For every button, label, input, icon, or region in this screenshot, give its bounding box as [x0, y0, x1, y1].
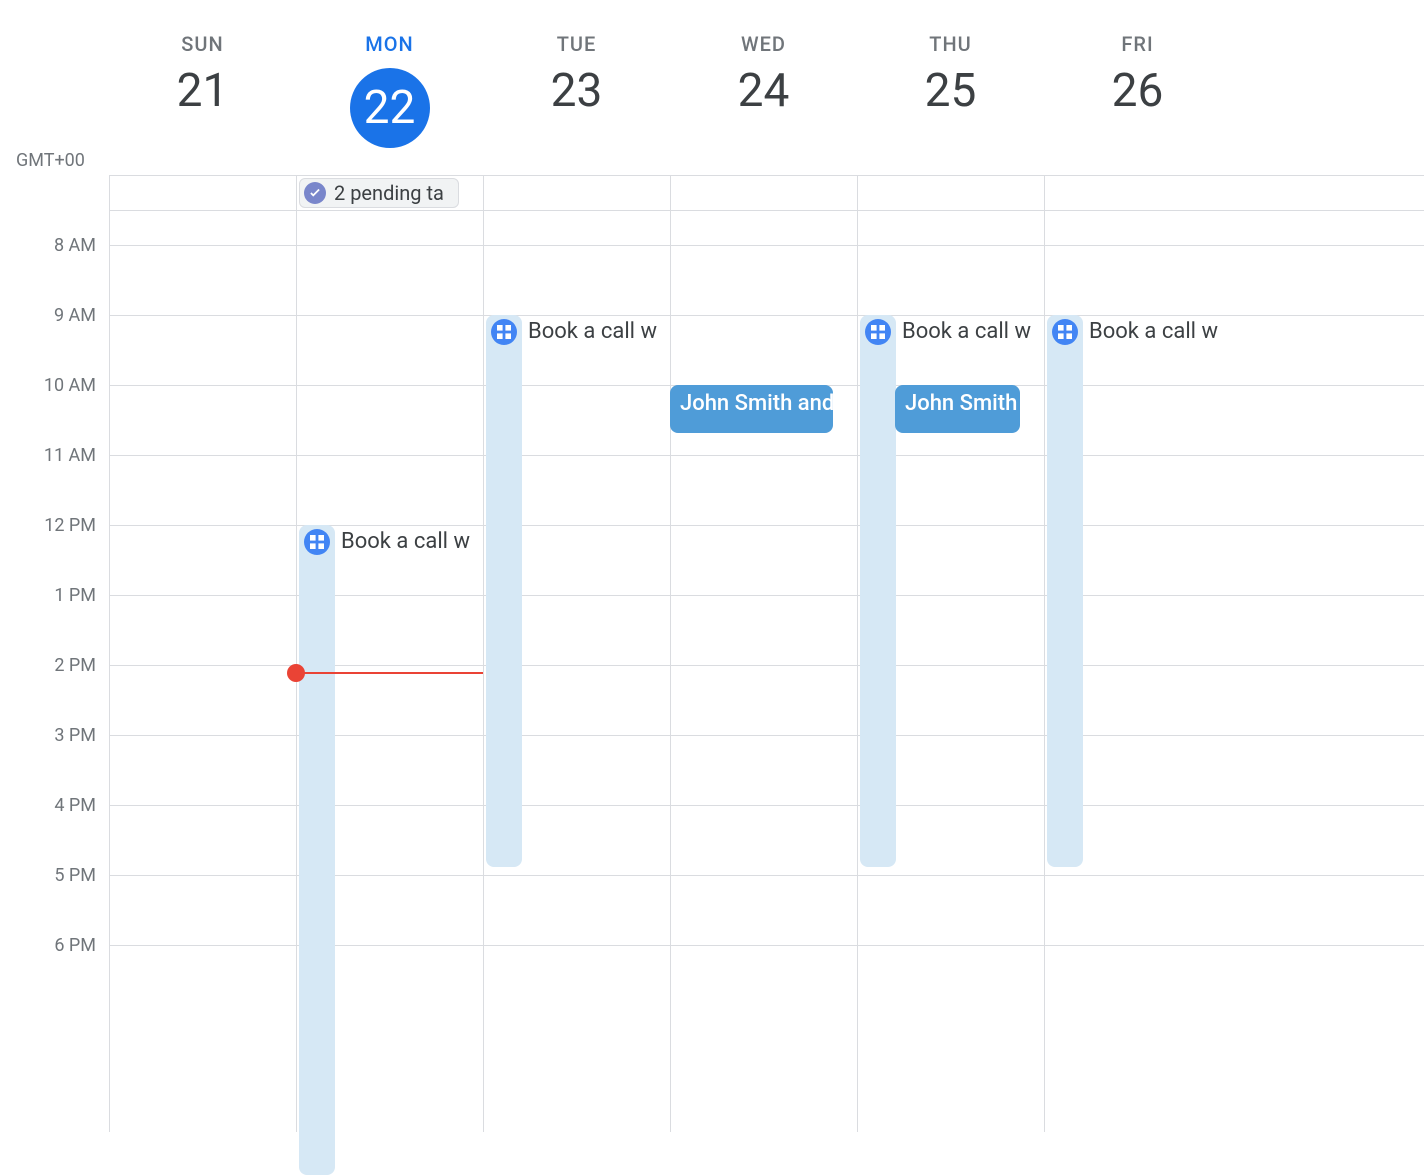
appointment-grid-icon [1052, 319, 1078, 345]
appointment-slot-tue[interactable]: Book a call w [486, 315, 522, 867]
hour-label: 8 AM [0, 235, 96, 256]
day-header-wed[interactable]: WED 24 [670, 0, 857, 114]
day-header-sun[interactable]: SUN 21 [109, 0, 296, 114]
hour-label: 10 AM [0, 375, 96, 396]
appointment-slot-fri[interactable]: Book a call w [1047, 315, 1083, 867]
slot-label: Book a call w [528, 319, 657, 344]
slot-label: Book a call w [902, 319, 1031, 344]
day-label: MON [296, 32, 483, 56]
day-number[interactable]: 21 [177, 68, 229, 114]
timezone-label: GMT+00 [16, 150, 85, 171]
slot-label: Book a call w [1089, 319, 1218, 344]
day-label: FRI [1044, 32, 1231, 56]
day-number[interactable]: 24 [738, 68, 790, 114]
event-wed-john-smith[interactable]: John Smith and [670, 385, 833, 433]
day-number[interactable]: 23 [551, 68, 603, 114]
event-title: John Smith a [905, 391, 1020, 416]
hour-label: 6 PM [0, 935, 96, 956]
event-title: John Smith and [680, 391, 833, 416]
slot-label: Book a call w [341, 529, 470, 554]
calendar-week-view: SUN 21 MON 22 TUE 23 WED 24 THU 25 FRI 2… [0, 0, 1424, 1132]
day-headers: SUN 21 MON 22 TUE 23 WED 24 THU 25 FRI 2… [0, 0, 1424, 175]
day-number[interactable]: 25 [925, 68, 977, 114]
current-time-line [296, 672, 483, 674]
day-header-fri[interactable]: FRI 26 [1044, 0, 1231, 114]
hour-label: 5 PM [0, 865, 96, 886]
day-number-today[interactable]: 22 [350, 68, 430, 148]
hour-label: 4 PM [0, 795, 96, 816]
day-number[interactable]: 26 [1112, 68, 1164, 114]
appointment-grid-icon [304, 529, 330, 555]
day-column-sun[interactable] [109, 175, 296, 1132]
appointment-grid-icon [491, 319, 517, 345]
hour-label: 12 PM [0, 515, 96, 536]
day-label: WED [670, 32, 857, 56]
hour-label: 2 PM [0, 655, 96, 676]
hour-label: 3 PM [0, 725, 96, 746]
day-header-mon[interactable]: MON 22 [296, 0, 483, 148]
event-thu-john-smith[interactable]: John Smith a [895, 385, 1020, 433]
day-label: THU [857, 32, 1044, 56]
hour-label: 1 PM [0, 585, 96, 606]
appointment-grid-icon [865, 319, 891, 345]
time-grid[interactable]: 2 pending ta 8 AM 9 AM 10 AM 11 AM 12 PM… [0, 175, 1424, 1132]
day-label: SUN [109, 32, 296, 56]
day-header-tue[interactable]: TUE 23 [483, 0, 670, 114]
day-header-thu[interactable]: THU 25 [857, 0, 1044, 114]
appointment-slot-thu[interactable]: Book a call w [860, 315, 896, 867]
day-column-wed[interactable] [670, 175, 857, 1132]
day-label: TUE [483, 32, 670, 56]
hour-label: 9 AM [0, 305, 96, 326]
appointment-slot-mon[interactable]: Book a call w [299, 525, 335, 1175]
hour-label: 11 AM [0, 445, 96, 466]
current-time-dot [287, 664, 305, 682]
